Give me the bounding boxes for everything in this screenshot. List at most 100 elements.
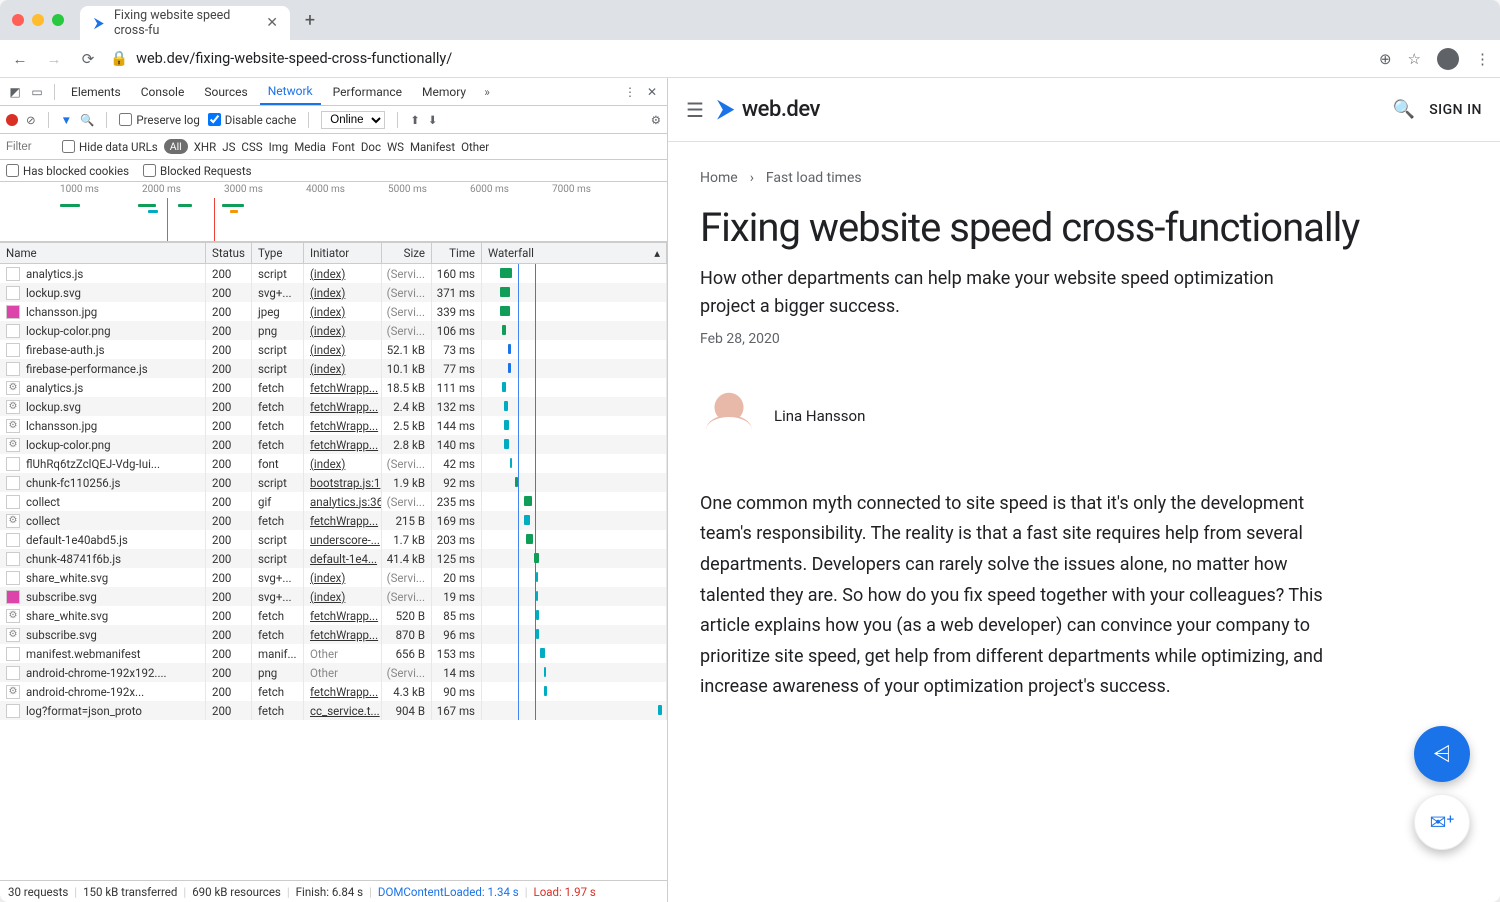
table-row[interactable]: log?format=json_proto200fetchcc_service.…	[0, 701, 667, 720]
settings-icon[interactable]: ⚙	[651, 113, 661, 127]
blocked-requests-checkbox[interactable]: Blocked Requests	[143, 164, 251, 178]
crumb-section[interactable]: Fast load times	[766, 170, 862, 186]
minimize-window-button[interactable]	[32, 14, 44, 26]
table-row[interactable]: firebase-auth.js200script(index)52.1 kB7…	[0, 340, 667, 359]
device-toolbar-icon[interactable]: ▭	[28, 85, 46, 99]
has-blocked-cookies-checkbox[interactable]: Has blocked cookies	[6, 164, 129, 178]
clear-button[interactable]: ⊘	[26, 113, 36, 127]
table-row[interactable]: analytics.js200fetchfetchWrapp...18.5 kB…	[0, 378, 667, 397]
filter-type-img[interactable]: Img	[269, 140, 289, 154]
page-subtitle: How other departments can help make your…	[700, 265, 1320, 321]
filter-type-manifest[interactable]: Manifest	[410, 140, 455, 154]
throttling-select[interactable]: Online	[321, 111, 385, 129]
filter-type-all[interactable]: All	[164, 139, 188, 154]
table-row[interactable]: collect200gifanalytics.js:36(Servi...235…	[0, 492, 667, 511]
col-waterfall[interactable]: Waterfall▴	[482, 243, 667, 263]
inspect-icon[interactable]: ◩	[6, 85, 24, 99]
table-row[interactable]: flUhRq6tzZclQEJ-Vdg-Iui...200font(index)…	[0, 454, 667, 473]
close-tab-icon[interactable]: ✕	[266, 15, 278, 31]
share-fab[interactable]: ⩤	[1414, 726, 1470, 782]
table-row[interactable]: share_white.svg200fetchfetchWrapp...520 …	[0, 606, 667, 625]
table-row[interactable]: analytics.js200script(index)(Servi...160…	[0, 264, 667, 283]
tab-performance[interactable]: Performance	[325, 78, 410, 105]
network-table-body[interactable]: analytics.js200script(index)(Servi...160…	[0, 264, 667, 880]
crumb-home[interactable]: Home	[700, 170, 738, 186]
back-button[interactable]: ←	[10, 50, 30, 68]
filter-type-doc[interactable]: Doc	[361, 140, 381, 154]
table-row[interactable]: lchansson.jpg200fetchfetchWrapp...2.5 kB…	[0, 416, 667, 435]
table-row[interactable]: subscribe.svg200svg+...(index)(Servi...1…	[0, 587, 667, 606]
table-row[interactable]: subscribe.svg200fetchfetchWrapp...870 B9…	[0, 625, 667, 644]
col-name[interactable]: Name	[0, 243, 206, 263]
filter-type-css[interactable]: CSS	[241, 140, 262, 154]
tab-sources[interactable]: Sources	[196, 78, 255, 105]
browser-tab[interactable]: ⮞ Fixing website speed cross-fu ✕	[80, 6, 290, 40]
author-avatar[interactable]	[700, 387, 758, 445]
page-header: ☰ ⮞ web.dev 🔍 SIGN IN	[668, 78, 1500, 142]
filter-toggle-icon[interactable]: ▼	[61, 113, 72, 127]
hamburger-icon[interactable]: ☰	[686, 98, 704, 122]
export-har-icon[interactable]: ⬇	[428, 113, 438, 127]
maximize-window-button[interactable]	[52, 14, 64, 26]
hide-data-urls-checkbox[interactable]: Hide data URLs	[62, 140, 158, 154]
author-name[interactable]: Lina Hansson	[774, 407, 865, 425]
table-row[interactable]: default-1e40abd5.js200scriptunderscore-.…	[0, 530, 667, 549]
filter-type-xhr[interactable]: XHR	[194, 140, 217, 154]
profile-avatar-icon[interactable]	[1437, 48, 1459, 70]
article-body: One common myth connected to site speed …	[700, 489, 1340, 703]
tab-network[interactable]: Network	[260, 78, 321, 105]
table-row[interactable]: android-chrome-192x192....200pngOther(Se…	[0, 663, 667, 682]
preserve-log-checkbox[interactable]: Preserve log	[119, 113, 199, 127]
table-row[interactable]: lockup-color.png200fetchfetchWrapp...2.8…	[0, 435, 667, 454]
table-row[interactable]: collect200fetchfetchWrapp...215 B169 ms	[0, 511, 667, 530]
forward-button[interactable]: →	[44, 50, 64, 68]
tab-elements[interactable]: Elements	[63, 78, 129, 105]
table-row[interactable]: firebase-performance.js200script(index)1…	[0, 359, 667, 378]
col-status[interactable]: Status	[206, 243, 252, 263]
filter-type-media[interactable]: Media	[294, 140, 326, 154]
close-window-button[interactable]	[12, 14, 24, 26]
favicon-icon: ⮞	[92, 15, 106, 31]
filter-type-js[interactable]: JS	[222, 140, 235, 154]
signin-button[interactable]: SIGN IN	[1429, 102, 1482, 118]
table-row[interactable]: lockup-color.png200png(index)(Servi...10…	[0, 321, 667, 340]
table-row[interactable]: lchansson.jpg200jpeg(index)(Servi...339 …	[0, 302, 667, 321]
filter-type-ws[interactable]: WS	[387, 140, 404, 154]
network-timeline-overview[interactable]: 1000 ms2000 ms3000 ms4000 ms5000 ms6000 …	[0, 182, 667, 242]
table-row[interactable]: chunk-48741f6b.js200scriptdefault-1e4...…	[0, 549, 667, 568]
subscribe-fab[interactable]: ✉⁺	[1414, 794, 1470, 850]
disable-cache-checkbox[interactable]: Disable cache	[208, 113, 296, 127]
network-table-header: Name Status Type Initiator Size Time Wat…	[0, 242, 667, 264]
table-row[interactable]: lockup.svg200fetchfetchWrapp...2.4 kB132…	[0, 397, 667, 416]
bookmark-icon[interactable]: ☆	[1408, 50, 1421, 68]
table-row[interactable]: android-chrome-192x...200fetchfetchWrapp…	[0, 682, 667, 701]
col-initiator[interactable]: Initiator	[304, 243, 382, 263]
table-row[interactable]: chunk-fc110256.js200scriptbootstrap.js:1…	[0, 473, 667, 492]
summary-dcl: DOMContentLoaded: 1.34 s	[378, 885, 519, 899]
filter-input[interactable]	[6, 141, 56, 153]
url-field[interactable]: 🔒 web.dev/fixing-website-speed-cross-fun…	[110, 50, 1367, 67]
search-icon[interactable]: 🔍	[1393, 99, 1415, 120]
search-icon[interactable]: 🔍	[80, 113, 94, 127]
menu-icon[interactable]: ⋮	[1475, 50, 1490, 68]
record-button[interactable]	[6, 114, 18, 126]
new-tab-button[interactable]: +	[296, 10, 324, 31]
logo[interactable]: ⮞ web.dev	[718, 97, 820, 122]
reload-button[interactable]: ⟳	[78, 50, 98, 68]
network-filter-row: Hide data URLs All XHR JS CSS Img Media …	[0, 134, 667, 160]
tab-memory[interactable]: Memory	[414, 78, 474, 105]
filter-type-other[interactable]: Other	[461, 140, 489, 154]
devtools-close-icon[interactable]: ✕	[643, 85, 661, 99]
table-row[interactable]: lockup.svg200svg+...(index)(Servi...371 …	[0, 283, 667, 302]
import-har-icon[interactable]: ⬆	[410, 113, 420, 127]
more-tabs-icon[interactable]: »	[478, 85, 496, 99]
col-type[interactable]: Type	[252, 243, 304, 263]
install-icon[interactable]: ⊕	[1379, 50, 1392, 68]
col-time[interactable]: Time	[432, 243, 482, 263]
tab-console[interactable]: Console	[133, 78, 193, 105]
filter-type-font[interactable]: Font	[332, 140, 355, 154]
col-size[interactable]: Size	[382, 243, 432, 263]
devtools-menu-icon[interactable]: ⋮	[621, 85, 639, 99]
table-row[interactable]: manifest.webmanifest200manif...Other656 …	[0, 644, 667, 663]
table-row[interactable]: share_white.svg200svg+...(index)(Servi..…	[0, 568, 667, 587]
